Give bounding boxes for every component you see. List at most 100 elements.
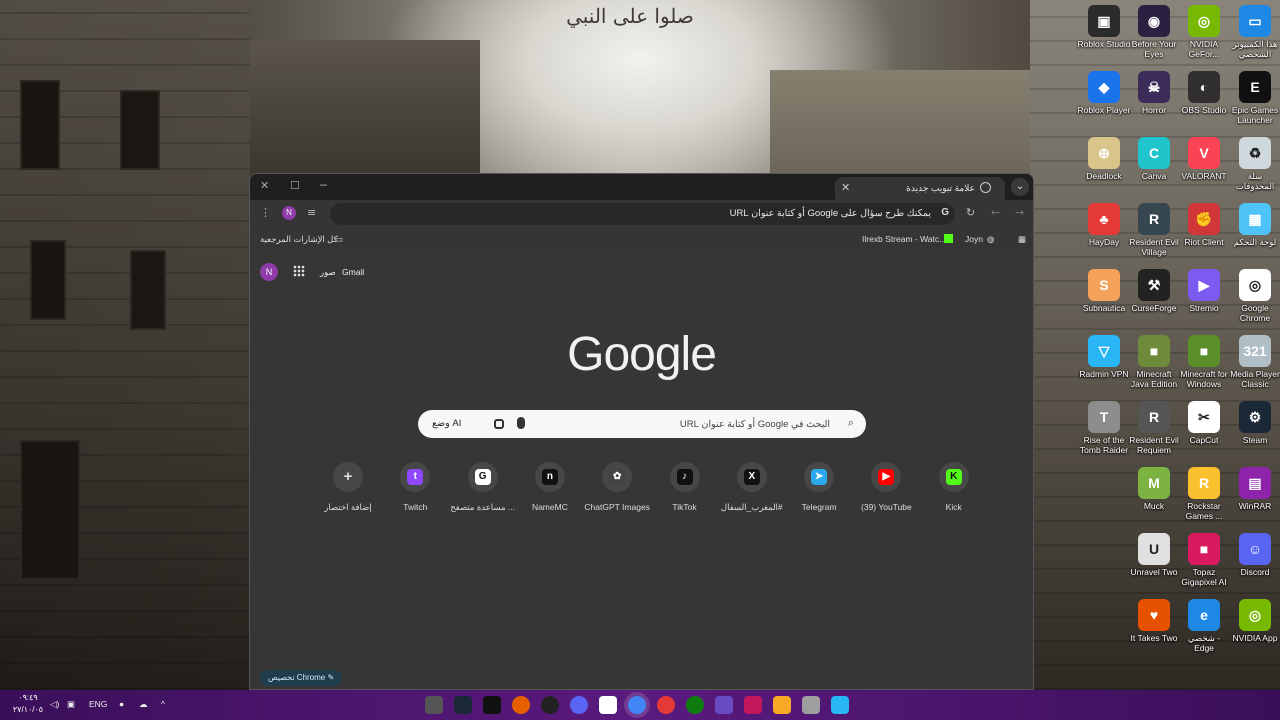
- images-link[interactable]: صور: [320, 267, 336, 278]
- reload-icon[interactable]: ↻: [966, 206, 975, 219]
- file-explorer-icon[interactable]: [773, 696, 791, 714]
- desktop-icon[interactable]: ♥ It Takes Two: [1127, 599, 1181, 643]
- gmail-link[interactable]: Gmail: [342, 267, 364, 277]
- desktop-icon[interactable]: ⊕ Deadlock: [1077, 137, 1131, 181]
- task-view-icon[interactable]: [802, 696, 820, 714]
- reading-list-icon[interactable]: ≡: [307, 206, 316, 219]
- bookmark-ilrexb[interactable]: Ilrexb Stream - Watc...: [862, 234, 946, 244]
- desktop-icon[interactable]: C Canva: [1127, 137, 1181, 181]
- desktop-icon[interactable]: ✂ CapCut: [1177, 401, 1231, 445]
- shortcut-tile[interactable]: ♪ TikTok: [650, 462, 720, 512]
- volume-icon[interactable]: ◁): [50, 699, 59, 710]
- close-window-icon[interactable]: ✕: [260, 179, 269, 192]
- tab-search-button[interactable]: ⌄: [1011, 178, 1029, 196]
- shortcut-tile[interactable]: ✿ ChatGPT Images: [582, 462, 652, 512]
- firefox-icon[interactable]: [512, 696, 530, 714]
- desktop-icon-label: Resident Evil Village: [1129, 237, 1179, 257]
- bookmark-joyn[interactable]: Joyn: [965, 234, 983, 244]
- desktop-icon[interactable]: M Muck: [1127, 467, 1181, 511]
- desktop-icon[interactable]: ✊ Riot Client: [1177, 203, 1231, 247]
- desktop-icon[interactable]: V VALORANT: [1177, 137, 1231, 181]
- desktop-icon[interactable]: 321 Media Player Classic: [1228, 335, 1280, 389]
- mic-icon[interactable]: [517, 417, 525, 429]
- desktop-icon[interactable]: R Rockstar Games ...: [1177, 467, 1231, 521]
- desktop-icon[interactable]: ☠ Horror: [1127, 71, 1181, 115]
- search-box[interactable]: البحث في Google أو كتابة عنوان URL ⌕ وضع…: [418, 410, 866, 438]
- app-glyph: ✂: [1198, 408, 1210, 425]
- desktop-icon[interactable]: ◆ Roblox Player: [1077, 71, 1131, 115]
- desktop-icon[interactable]: e شخصي - Edge: [1177, 599, 1231, 653]
- desktop-icon[interactable]: ▤ WinRAR: [1228, 467, 1280, 511]
- mic-icon[interactable]: ●: [119, 699, 124, 709]
- desktop-icon[interactable]: E Epic Games Launcher: [1228, 71, 1280, 125]
- start-icon[interactable]: [831, 696, 849, 714]
- curseforge-icon[interactable]: [483, 696, 501, 714]
- app-icon: R: [1138, 203, 1170, 235]
- copilot-icon[interactable]: [744, 696, 762, 714]
- capcut-icon[interactable]: [599, 696, 617, 714]
- shortcut-tile[interactable]: t Twitch: [380, 462, 450, 512]
- xbox-icon[interactable]: [686, 696, 704, 714]
- desktop-icon[interactable]: ⚒ CurseForge: [1127, 269, 1181, 313]
- customize-chrome-button[interactable]: تخصيص Chrome ✎: [260, 670, 343, 686]
- back-icon[interactable]: ←: [991, 206, 1000, 219]
- taskbar-app-icon[interactable]: [425, 696, 443, 714]
- ai-mode-button[interactable]: وضع AI: [432, 418, 461, 429]
- shortcut-tile[interactable]: X المغرب_السفال#: [717, 462, 787, 513]
- desktop-icon[interactable]: ♣ HayDay: [1077, 203, 1131, 247]
- tab-new-tab[interactable]: ✕ علامة تبويب جديدة: [835, 177, 1005, 200]
- onedrive-icon[interactable]: ☁: [139, 699, 148, 710]
- desktop-icon[interactable]: ▦ لوحة التحكم: [1228, 203, 1280, 247]
- app-icon-multicolor[interactable]: [657, 696, 675, 714]
- app-icon: ■: [1188, 533, 1220, 565]
- all-bookmarks[interactable]: كل الإشارات المرجعية: [260, 234, 338, 245]
- clock[interactable]: ٠٩:٤٩ ٢٧/١٠/٠٥: [12, 692, 44, 716]
- desktop-icon[interactable]: ■ Topaz Gigapixel AI: [1177, 533, 1231, 587]
- desktop-icon[interactable]: S Subnautica: [1077, 269, 1131, 313]
- desktop-icon[interactable]: ▭ هذا الكمبيوتر الشخصي: [1228, 5, 1280, 59]
- desktop-icon[interactable]: T Rise of the Tomb Raider: [1077, 401, 1131, 455]
- desktop-icon[interactable]: ◉ Before Your Eyes: [1127, 5, 1181, 59]
- desktop-icon[interactable]: U Unravel Two: [1127, 533, 1181, 577]
- desktop-icon[interactable]: ☺ Discord: [1228, 533, 1280, 577]
- shortcut-tile[interactable]: G مساعدة متصفح ...: [448, 462, 518, 513]
- chrome-taskbar-icon[interactable]: [628, 696, 646, 714]
- menu-icon[interactable]: ⋮: [260, 206, 271, 219]
- maximize-icon[interactable]: ☐: [290, 179, 300, 192]
- discord-icon[interactable]: [570, 696, 588, 714]
- steam-icon[interactable]: [454, 696, 472, 714]
- obs-icon[interactable]: [541, 696, 559, 714]
- minimize-icon[interactable]: ─: [320, 179, 327, 192]
- desktop-icon[interactable]: ⚙ Steam: [1228, 401, 1280, 445]
- desktop-icon[interactable]: R Resident Evil Village: [1127, 203, 1181, 257]
- shortcut-tile[interactable]: K Kick: [919, 462, 989, 512]
- desktop-icon[interactable]: ■ Minecraft Java Edition: [1127, 335, 1181, 389]
- desktop-icon[interactable]: ■ Minecraft for Windows: [1177, 335, 1231, 389]
- desktop-icon[interactable]: ▶ Stremio: [1177, 269, 1231, 313]
- desktop-icon[interactable]: ▽ Radmin VPN: [1077, 335, 1131, 379]
- desktop-icon[interactable]: ▣ Roblox Studio: [1077, 5, 1131, 49]
- shortcut-tile[interactable]: + إضافة اختصار: [313, 462, 383, 513]
- desktop-icon[interactable]: ◎ Google Chrome: [1228, 269, 1280, 323]
- desktop-icon[interactable]: ◎ NVIDIA App: [1228, 599, 1280, 643]
- profile-avatar[interactable]: N: [282, 206, 296, 220]
- desktop-icon[interactable]: ◎ NVIDIA GeFor...: [1177, 5, 1231, 59]
- shortcut-tile[interactable]: ▶ (39) YouTube: [851, 462, 921, 512]
- desktop-icon[interactable]: R Resident Evil Requiem: [1127, 401, 1181, 455]
- clipchamp-icon[interactable]: [715, 696, 733, 714]
- desktop-icon-label: Unravel Two: [1130, 567, 1178, 577]
- lens-icon[interactable]: [494, 419, 504, 429]
- shortcut-tile[interactable]: ➤ Telegram: [784, 462, 854, 512]
- apps-icon[interactable]: ▦: [1018, 234, 1026, 245]
- close-tab-icon[interactable]: ✕: [841, 181, 850, 194]
- shortcut-tile[interactable]: n NameMC: [515, 462, 585, 512]
- desktop-icon[interactable]: ◐ OBS Studio: [1177, 71, 1231, 115]
- chevron-up-icon[interactable]: ^: [161, 699, 165, 709]
- account-avatar[interactable]: N: [260, 263, 278, 281]
- google-apps-icon[interactable]: [293, 265, 305, 277]
- language-indicator[interactable]: ENG: [89, 699, 107, 709]
- omnibox[interactable]: يمكنك طرح سؤال على Google أو كتابة عنوان…: [330, 203, 955, 225]
- forward-icon[interactable]: →: [1015, 206, 1024, 219]
- desktop-icon[interactable]: ♻ سلة المحذوفات: [1228, 137, 1280, 191]
- network-icon[interactable]: ▣: [67, 699, 75, 710]
